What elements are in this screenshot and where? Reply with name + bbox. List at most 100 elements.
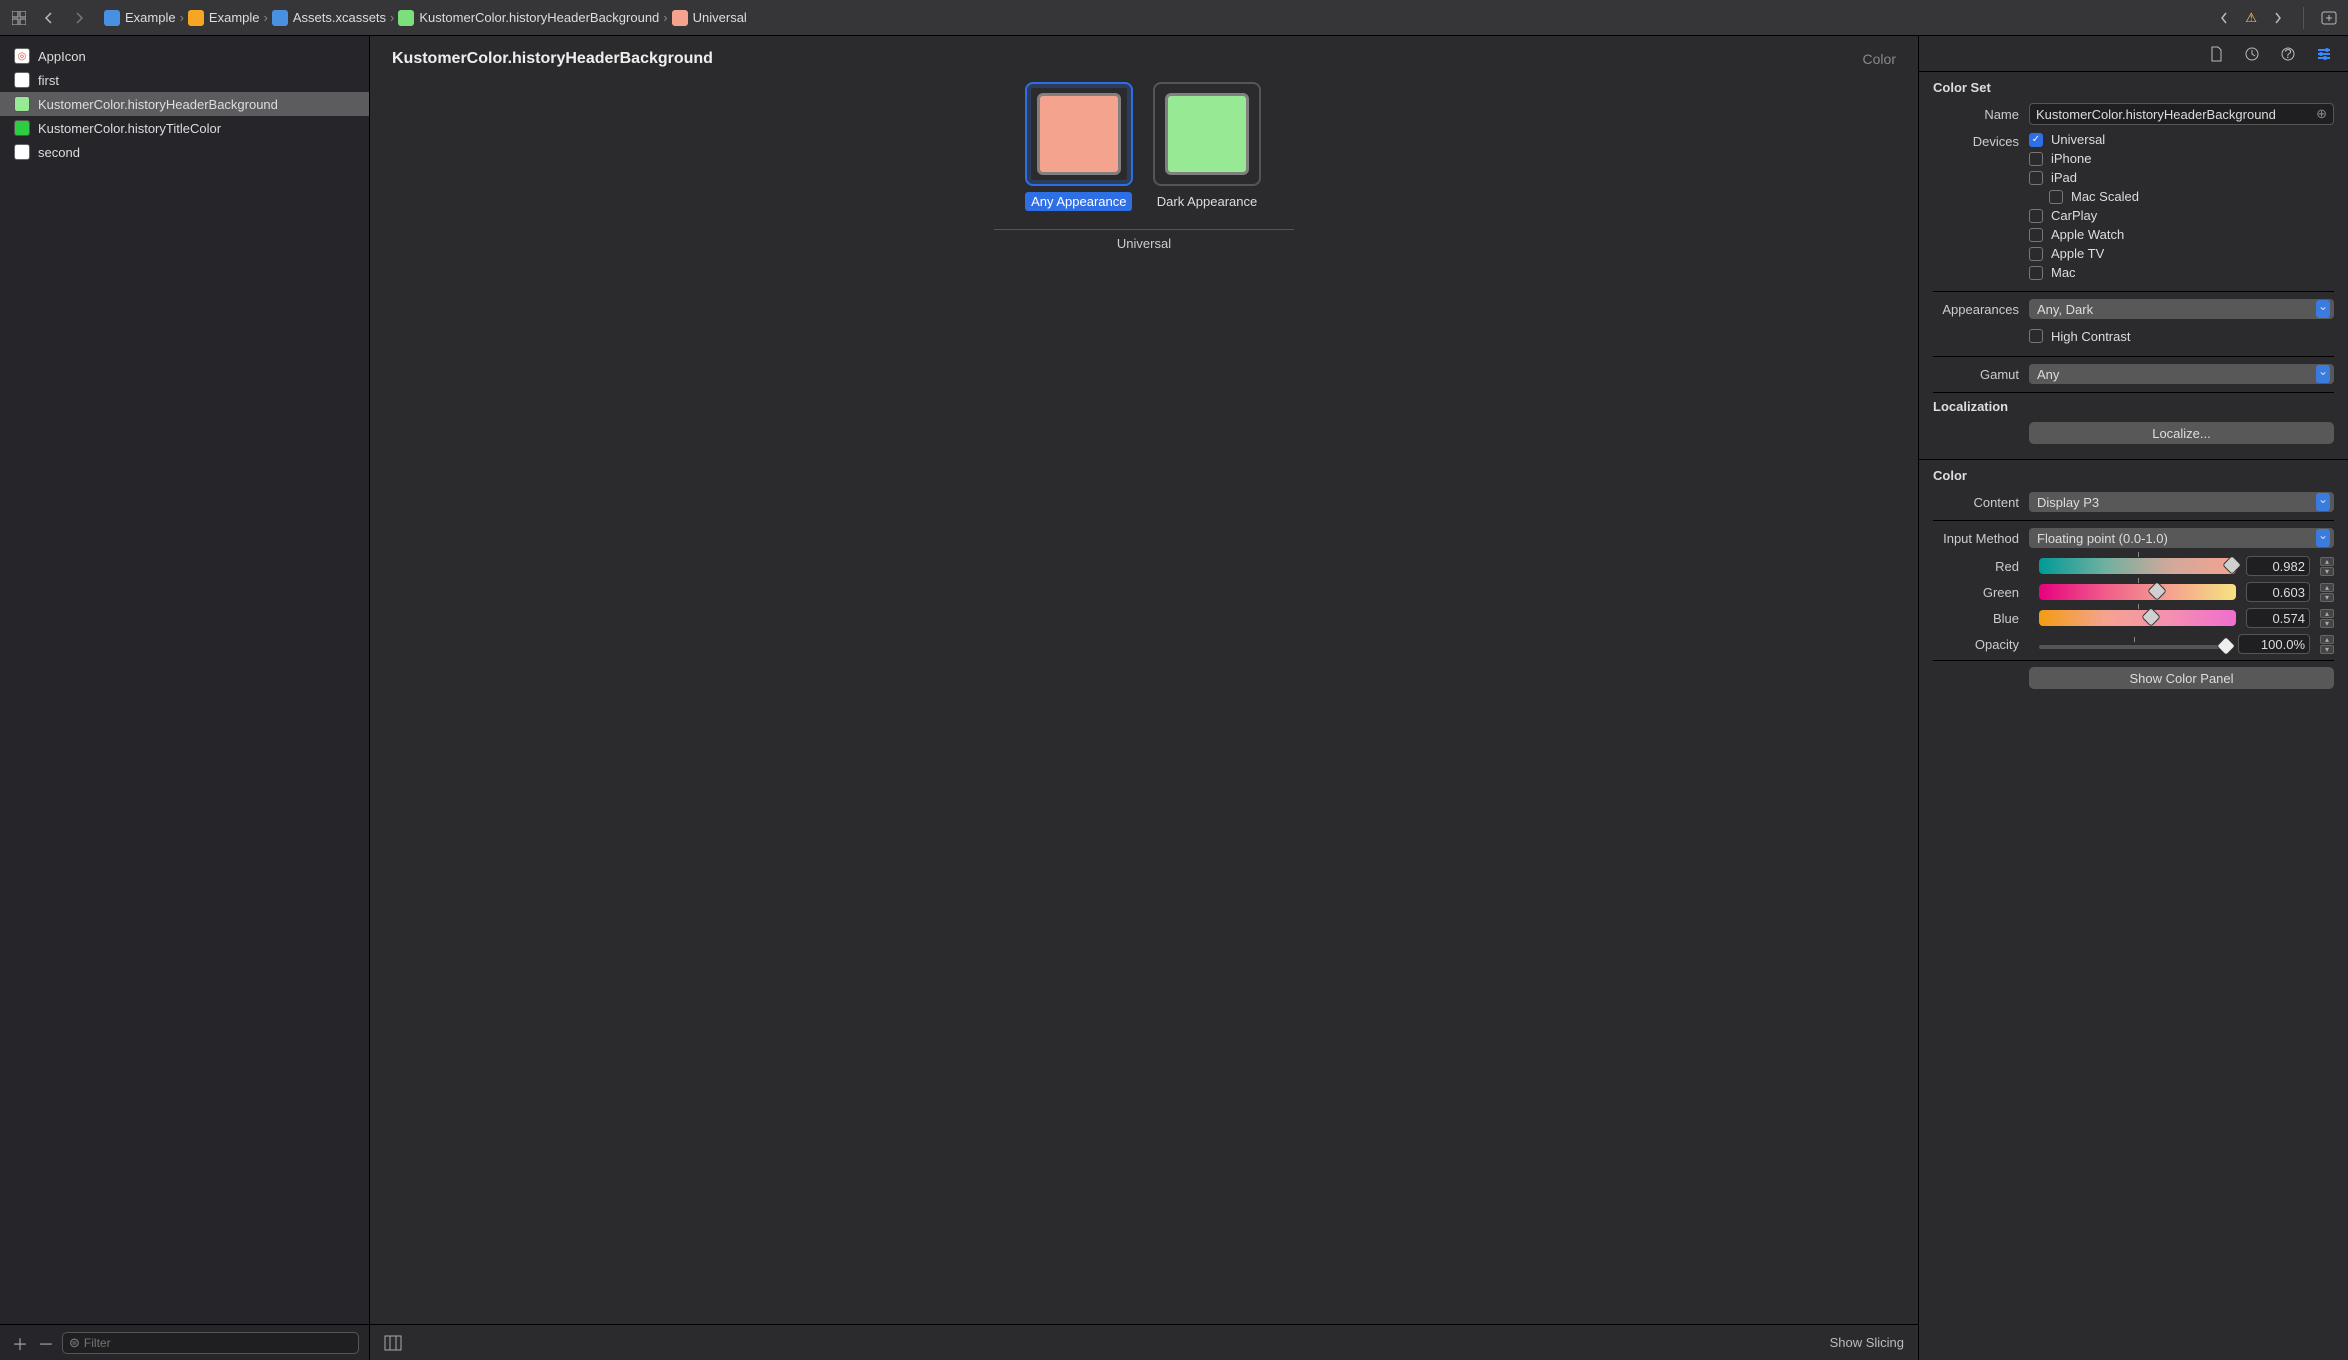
related-items-icon[interactable] — [6, 7, 32, 29]
device-iphone[interactable]: iPhone — [2029, 151, 2334, 166]
show-color-panel-button[interactable]: Show Color Panel — [2029, 667, 2334, 689]
toolbar-divider — [2303, 7, 2304, 29]
device-watch[interactable]: Apple Watch — [2029, 227, 2334, 242]
opacity-value[interactable]: 100.0% — [2238, 634, 2310, 654]
filter-field[interactable]: ⊜ — [62, 1332, 359, 1354]
chk-label: Apple Watch — [2051, 227, 2124, 242]
crumb-label: Example — [209, 10, 260, 25]
issue-prev-icon[interactable] — [2211, 7, 2237, 29]
name-field[interactable]: ⊕ — [2029, 103, 2334, 125]
add-editor-icon[interactable] — [2316, 7, 2342, 29]
well-label-dark: Dark Appearance — [1151, 192, 1263, 211]
crumb-project[interactable]: Example — [102, 10, 178, 26]
device-mac[interactable]: Mac — [2029, 265, 2334, 280]
crumb-label: Assets.xcassets — [293, 10, 386, 25]
asset-label: KustomerColor.historyTitleColor — [38, 121, 221, 136]
chk-label: Apple TV — [2051, 246, 2104, 261]
group-label: Universal — [370, 236, 1918, 251]
device-tv[interactable]: Apple TV — [2029, 246, 2334, 261]
section-colorset: Color Set — [1933, 80, 2334, 95]
asset-item-history-header[interactable]: KustomerColor.historyHeaderBackground — [0, 92, 369, 116]
asset-item-first[interactable]: first — [0, 68, 369, 92]
content-select[interactable]: Display P3 — [2029, 492, 2334, 512]
filter-icon: ⊜ — [69, 1335, 80, 1351]
help-inspector-icon[interactable]: ? — [2276, 42, 2300, 66]
crumb-catalog[interactable]: Assets.xcassets — [270, 10, 388, 26]
opacity-stepper[interactable]: ▴▾ — [2320, 635, 2334, 654]
slicing-icon[interactable] — [384, 1335, 402, 1351]
color-well-dark[interactable] — [1153, 82, 1261, 186]
asset-label: KustomerColor.historyHeaderBackground — [38, 97, 278, 112]
localization-label: Localization — [1933, 399, 2334, 414]
crumb-folder[interactable]: Example — [186, 10, 262, 26]
chk-label: High Contrast — [2051, 329, 2130, 344]
input-method-label: Input Method — [1933, 531, 2029, 546]
nav-forward-icon[interactable] — [66, 7, 92, 29]
gamut-select[interactable]: Any — [2029, 364, 2334, 384]
red-slider[interactable] — [2039, 558, 2236, 574]
svg-text:?: ? — [2284, 46, 2291, 61]
asset-label: AppIcon — [38, 49, 86, 64]
content-label: Content — [1933, 495, 2029, 510]
gamut-label: Gamut — [1933, 367, 2029, 382]
nav-back-icon[interactable] — [36, 7, 62, 29]
crumb-variant[interactable]: Universal — [670, 10, 749, 26]
chevron-right-icon: › — [390, 10, 394, 25]
green-stepper[interactable]: ▴▾ — [2320, 583, 2334, 602]
attributes-inspector-icon[interactable] — [2312, 42, 2336, 66]
red-value[interactable]: 0.982 — [2246, 556, 2310, 576]
chevron-right-icon: › — [663, 10, 667, 25]
device-ipad[interactable]: iPad — [2029, 170, 2334, 185]
editor-type: Color — [1863, 51, 1896, 67]
appearances-label: Appearances — [1933, 302, 2029, 317]
chk-label: Universal — [2051, 132, 2105, 147]
green-slider[interactable] — [2039, 584, 2236, 600]
filter-input[interactable] — [84, 1336, 352, 1350]
name-label: Name — [1933, 107, 2029, 122]
asset-editor: KustomerColor.historyHeaderBackground Co… — [370, 36, 1918, 1360]
device-universal[interactable]: ✓Universal — [2029, 132, 2334, 147]
chk-label: Mac — [2051, 265, 2076, 280]
chk-label: CarPlay — [2051, 208, 2097, 223]
warning-icon[interactable]: ⚠︎ — [2245, 10, 2257, 26]
crumb-colorset[interactable]: KustomerColor.historyHeaderBackground — [396, 10, 661, 26]
opacity-slider[interactable] — [2039, 645, 2228, 649]
asset-outline: ◎AppIcon first KustomerColor.historyHead… — [0, 36, 370, 1360]
opacity-label: Opacity — [1933, 637, 2029, 652]
devices-label: Devices — [1933, 134, 2029, 149]
chk-label: Mac Scaled — [2071, 189, 2139, 204]
inspector: ? Color Set Name ⊕ Devices ✓Universal iP… — [1918, 36, 2348, 1360]
history-inspector-icon[interactable] — [2240, 42, 2264, 66]
chevron-right-icon: › — [264, 10, 268, 25]
red-label: Red — [1933, 559, 2029, 574]
section-color: Color — [1933, 468, 2334, 483]
clear-icon[interactable]: ⊕ — [2316, 106, 2327, 122]
blue-value[interactable]: 0.574 — [2246, 608, 2310, 628]
remove-icon[interactable]: － — [36, 1331, 56, 1355]
green-label: Green — [1933, 585, 2029, 600]
asset-item-second[interactable]: second — [0, 140, 369, 164]
green-value[interactable]: 0.603 — [2246, 582, 2310, 602]
appearances-select[interactable]: Any, Dark — [2029, 299, 2334, 319]
asset-item-appicon[interactable]: ◎AppIcon — [0, 44, 369, 68]
high-contrast-check[interactable]: High Contrast — [2029, 329, 2334, 344]
blue-slider[interactable] — [2039, 610, 2236, 626]
chevron-right-icon: › — [180, 10, 184, 25]
issue-next-icon[interactable] — [2265, 7, 2291, 29]
blue-stepper[interactable]: ▴▾ — [2320, 609, 2334, 628]
file-inspector-icon[interactable] — [2204, 42, 2228, 66]
device-mac-scaled[interactable]: Mac Scaled — [2029, 189, 2334, 204]
show-slicing-button[interactable]: Show Slicing — [1830, 1335, 1904, 1350]
well-label-any: Any Appearance — [1025, 192, 1132, 211]
device-carplay[interactable]: CarPlay — [2029, 208, 2334, 223]
add-icon[interactable]: ＋ — [10, 1331, 30, 1355]
crumb-label: KustomerColor.historyHeaderBackground — [419, 10, 659, 25]
group-divider — [994, 229, 1294, 230]
red-stepper[interactable]: ▴▾ — [2320, 557, 2334, 576]
asset-item-history-title[interactable]: KustomerColor.historyTitleColor — [0, 116, 369, 140]
input-method-select[interactable]: Floating point (0.0-1.0) — [2029, 528, 2334, 548]
asset-label: first — [38, 73, 59, 88]
color-well-any[interactable] — [1025, 82, 1133, 186]
localize-button[interactable]: Localize... — [2029, 422, 2334, 444]
blue-label: Blue — [1933, 611, 2029, 626]
